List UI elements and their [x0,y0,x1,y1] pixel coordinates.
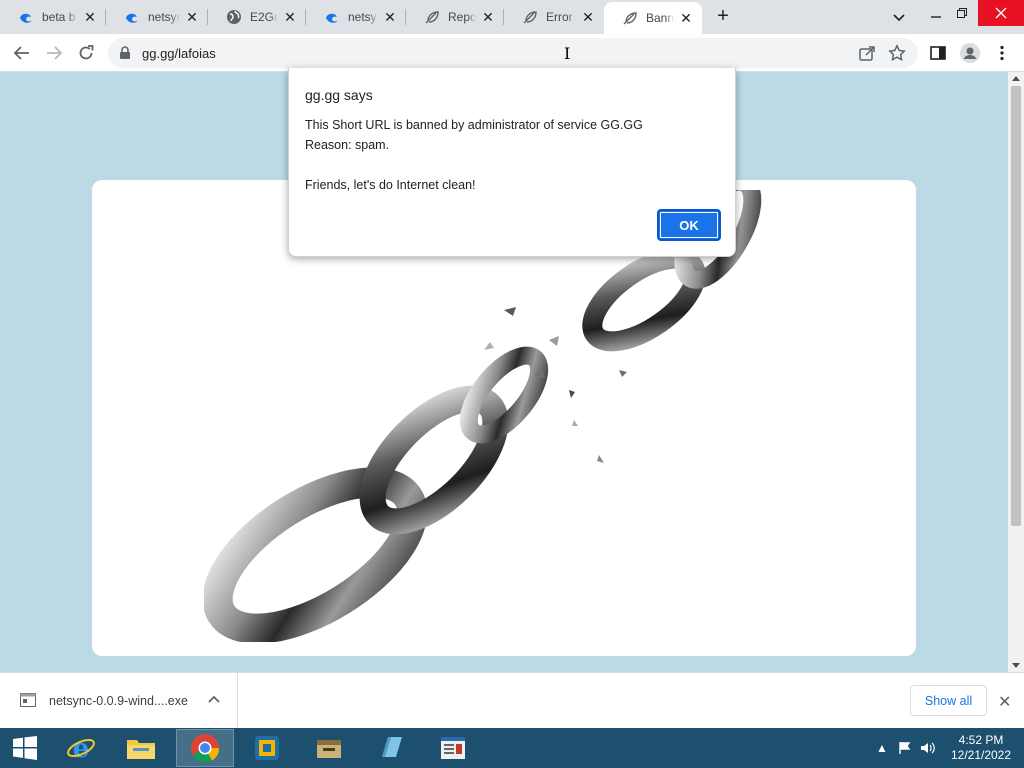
windows-taskbar: e ▲ 4:52 PM 12/21/2022 [0,728,1024,768]
close-icon[interactable]: ✕ [82,9,98,25]
chevron-up-icon[interactable] [207,693,221,710]
close-icon[interactable]: ✕ [480,9,496,25]
document-app-icon[interactable] [424,729,482,767]
restore-button[interactable] [946,0,978,26]
svg-text:e: e [73,734,90,763]
clock-date: 12/21/2022 [950,748,1012,762]
feather-icon [522,9,538,25]
kebab-menu-icon [1000,45,1004,61]
edge-wave-icon [324,9,340,25]
feather-icon [622,10,638,26]
internet-explorer-icon[interactable]: e [52,729,110,767]
chevron-down-icon [893,14,905,22]
download-item[interactable]: netsync-0.0.9-wind....exe [0,673,238,729]
arrow-right-icon [47,46,63,60]
tab-beta[interactable]: beta b ✕ [0,0,106,34]
file-icon [20,693,36,710]
side-panel-button[interactable] [926,41,950,65]
virtualbox-icon[interactable] [238,729,296,767]
dialog-message-line: This Short URL is banned by administrato… [305,118,643,132]
dialog-message-line: Reason: spam. [305,138,390,152]
tab-title: netsyn [148,10,180,24]
action-center-flag-icon[interactable] [898,741,912,758]
vertical-scrollbar[interactable] [1008,72,1024,672]
window-close-button[interactable] [978,0,1024,26]
alert-dialog: gg.gg says This Short URL is banned by a… [288,68,736,257]
close-icon[interactable]: ✕ [382,9,398,25]
broken-chain-image [204,190,762,642]
close-icon [995,7,1007,19]
edge-wave-icon [124,9,140,25]
reload-button[interactable] [74,41,98,65]
tab-title: Report [448,10,476,24]
menu-button[interactable] [990,41,1014,65]
address-bar[interactable]: gg.gg/lafoias [108,38,918,68]
profile-button[interactable] [958,41,982,65]
feather-icon [424,9,440,25]
text-cursor-icon: I [564,44,571,63]
archive-icon[interactable] [300,729,358,767]
tab-title: Error 5 [546,10,576,24]
tab-title: netsyn [348,10,378,24]
url-text[interactable]: gg.gg/lafoias [142,46,216,61]
download-shelf: netsync-0.0.9-wind....exe Show all ✕ [0,672,1024,729]
dialog-message-line: Friends, let's do Internet clean! [305,178,476,192]
scroll-down-arrow-icon[interactable] [1012,663,1020,668]
tab-error[interactable]: Error 5 ✕ [504,0,604,34]
globe-icon [226,9,242,25]
dialog-title: gg.gg says [305,87,373,103]
close-icon[interactable]: ✕ [998,692,1011,712]
ok-button[interactable]: OK [657,209,721,241]
back-button[interactable] [10,41,34,65]
volume-icon[interactable] [920,741,936,758]
reload-icon [79,45,94,60]
share-icon[interactable] [858,44,876,65]
tab-e2guardian[interactable]: E2Gua ✕ [208,0,306,34]
avatar-icon [960,43,980,63]
tab-search-button[interactable] [890,8,908,26]
new-tab-button[interactable]: + [712,6,734,28]
show-hidden-icons-icon[interactable]: ▲ [876,741,888,755]
close-icon[interactable]: ✕ [282,9,298,25]
file-explorer-icon[interactable] [112,729,170,767]
scrollbar-thumb[interactable] [1011,86,1021,526]
tab-title: E2Gua [250,10,278,24]
clock-time: 4:52 PM [958,733,1004,747]
tab-netsync-2[interactable]: netsyn ✕ [306,0,406,34]
forward-button[interactable] [42,41,66,65]
close-icon[interactable]: ✕ [678,10,694,26]
close-icon[interactable]: ✕ [184,9,200,25]
chrome-icon[interactable] [176,729,234,767]
tab-netsync-1[interactable]: netsyn ✕ [106,0,208,34]
bookmark-star-icon[interactable] [888,44,906,65]
download-file-name[interactable]: netsync-0.0.9-wind....exe [49,694,188,708]
arrow-left-icon [13,46,29,60]
windows-start-icon[interactable] [0,729,50,767]
close-icon[interactable]: ✕ [580,9,596,25]
restore-icon [957,8,967,18]
tab-title: Banne [646,11,674,25]
edge-wave-icon [18,9,34,25]
show-all-button[interactable]: Show all [910,685,987,716]
minimize-icon [931,16,941,18]
side-panel-icon [930,46,946,60]
taskbar-clock[interactable]: 4:52 PM 12/21/2022 [946,733,1016,763]
tab-report[interactable]: Report ✕ [406,0,504,34]
dialog-message: This Short URL is banned by administrato… [305,115,643,195]
browser-toolbar: gg.gg/lafoias [0,34,1024,72]
lock-icon[interactable] [119,46,131,63]
tab-banned-active[interactable]: Banne ✕ [604,2,702,34]
notepad-icon[interactable] [362,729,420,767]
tab-title: beta b [42,10,76,24]
scroll-up-arrow-icon[interactable] [1012,76,1020,81]
tab-strip: beta b ✕ netsyn ✕ E2Gua ✕ netsyn ✕ Repor… [0,0,1024,34]
